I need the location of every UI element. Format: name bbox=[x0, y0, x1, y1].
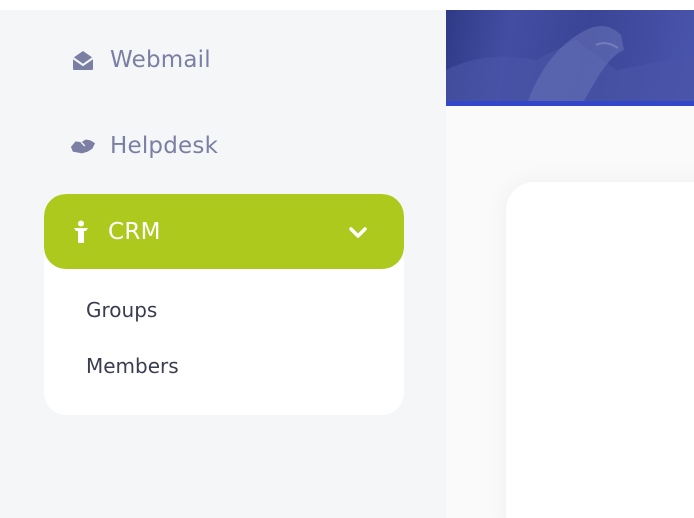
banner-photo bbox=[446, 26, 694, 106]
sidebar-item-helpdesk[interactable]: Helpdesk bbox=[70, 126, 218, 166]
envelope-open-icon bbox=[70, 47, 96, 73]
top-strip bbox=[0, 0, 694, 10]
app-root: Webmail Helpdesk CRM Groups Members bbox=[0, 0, 694, 518]
sidebar-item-label: Webmail bbox=[110, 47, 211, 73]
content-card bbox=[506, 182, 694, 518]
header-banner-image bbox=[446, 10, 694, 106]
sidebar-item-webmail[interactable]: Webmail bbox=[70, 40, 211, 80]
sidebar-item-crm[interactable]: CRM bbox=[44, 194, 404, 269]
sidebar-item-label: Helpdesk bbox=[110, 133, 219, 159]
chevron-down-icon[interactable] bbox=[346, 221, 370, 245]
handshake-icon bbox=[70, 133, 96, 159]
sidebar-subitem-members[interactable]: Members bbox=[86, 351, 179, 381]
person-icon bbox=[68, 219, 94, 245]
sidebar: Webmail Helpdesk CRM Groups Members bbox=[0, 10, 446, 518]
sidebar-item-label: CRM bbox=[108, 218, 161, 245]
sidebar-group-crm: CRM Groups Members bbox=[44, 194, 404, 415]
main-content bbox=[446, 106, 694, 518]
sidebar-subitem-groups[interactable]: Groups bbox=[86, 295, 157, 325]
